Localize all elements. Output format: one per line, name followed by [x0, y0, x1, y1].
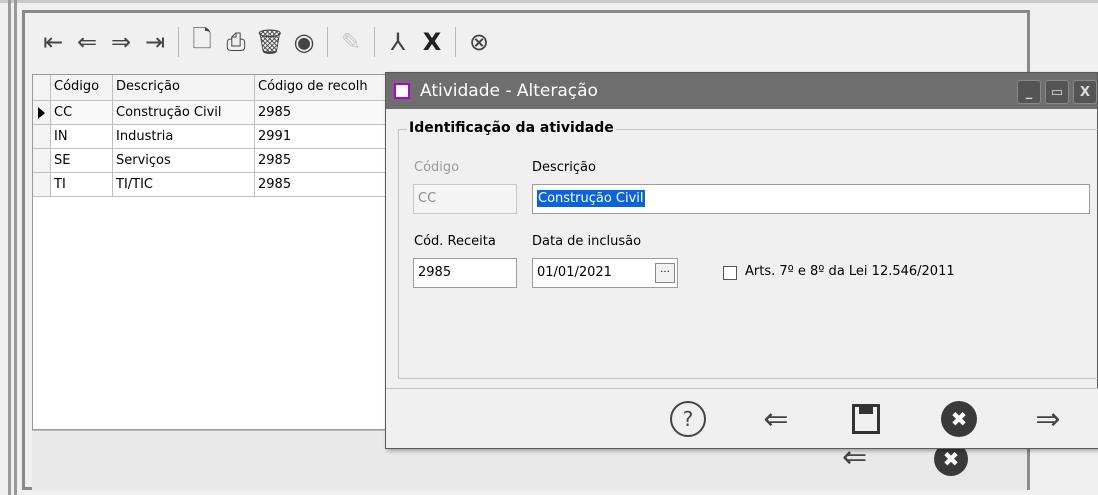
close-button[interactable]: X — [1073, 80, 1097, 104]
save-icon — [852, 404, 880, 434]
previous-button[interactable]: ⇐ — [756, 399, 796, 439]
edit-icon: ✎ — [340, 28, 362, 56]
data-inclusao-field[interactable]: 01/01/2021 ··· — [532, 258, 678, 288]
calendar-picker-button[interactable]: ··· — [655, 263, 675, 283]
descricao-field[interactable]: Construção Civil — [532, 184, 1090, 214]
cell-code[interactable]: TI — [51, 173, 113, 196]
cell-recolh[interactable]: 2985 — [255, 101, 391, 124]
cell-code[interactable]: CC — [51, 101, 113, 124]
print-button[interactable]: ⎙ — [219, 25, 253, 59]
cancel-button[interactable]: ⊗ — [462, 25, 496, 59]
codigo-label: Código — [414, 160, 460, 175]
new-button[interactable]: 🗋 — [185, 25, 219, 59]
excel-export-button[interactable]: X — [415, 25, 449, 59]
table-row[interactable]: CC Construção Civil 2985 — [33, 101, 391, 125]
save-button[interactable] — [846, 399, 886, 439]
eye-icon: ◉ — [293, 28, 315, 56]
print-icon: ⎙ — [226, 28, 246, 56]
cancel-circle-icon: ✖ — [950, 407, 968, 431]
grid-header: Código Descrição Código de recolh — [33, 75, 391, 101]
next-record-button[interactable]: ⇒ — [104, 25, 138, 59]
minimize-button[interactable]: _ — [1017, 80, 1041, 104]
cancel-button[interactable]: ✖ — [941, 401, 977, 437]
descricao-selected-text: Construção Civil — [537, 190, 645, 207]
row-indicator — [33, 149, 51, 172]
pdf-icon: ⅄ — [390, 28, 406, 56]
previous-record-icon: ⇐ — [76, 28, 98, 56]
table-row[interactable]: IN Industria 2991 — [33, 125, 391, 149]
next-record-icon: ⇒ — [110, 28, 132, 56]
last-record-button[interactable]: ⇥ — [138, 25, 172, 59]
column-header-recolh[interactable]: Código de recolh — [255, 75, 391, 100]
new-document-icon: 🗋 — [192, 24, 212, 53]
help-icon: ? — [682, 407, 694, 431]
forward-arrow-icon: ⇒ — [1035, 401, 1061, 437]
first-record-button[interactable]: ⇤ — [36, 25, 70, 59]
row-indicator — [33, 125, 51, 148]
current-row-icon — [38, 106, 45, 119]
table-row[interactable]: SE Serviços 2985 — [33, 149, 391, 173]
trash-icon: 🗑 — [254, 28, 286, 56]
left-border-inner — [14, 0, 17, 495]
cell-recolh[interactable]: 2985 — [255, 149, 391, 172]
toolbar-separator — [178, 27, 179, 57]
cell-description[interactable]: Construção Civil — [113, 101, 255, 124]
edit-button[interactable]: ✎ — [334, 25, 368, 59]
cell-description[interactable]: Serviços — [113, 149, 255, 172]
arts-checkbox-label[interactable]: Arts. 7º e 8º da Lei 12.546/2011 — [745, 264, 955, 279]
excel-icon: X — [422, 28, 442, 56]
identification-group: Identificação da atividade Código CC Des… — [398, 120, 1098, 379]
cell-recolh[interactable]: 2985 — [255, 173, 391, 196]
row-indicator — [33, 173, 51, 196]
toolbar-separator — [455, 27, 456, 57]
arts-checkbox[interactable] — [723, 266, 737, 280]
toolbar-separator — [327, 27, 328, 57]
close-icon: X — [1079, 84, 1091, 100]
delete-button[interactable]: 🗑 — [253, 25, 287, 59]
left-border — [8, 0, 11, 495]
app-icon — [394, 83, 410, 99]
cod-receita-label: Cód. Receita — [414, 234, 496, 249]
activities-grid[interactable]: Código Descrição Código de recolh CC Con… — [32, 74, 392, 430]
dialog-titlebar[interactable]: Atividade - Alteração _ ▭ X — [386, 73, 1097, 109]
descricao-label: Descrição — [532, 160, 596, 175]
data-inclusao-label: Data de inclusão — [532, 234, 642, 249]
cancel-circle-icon: ⊗ — [468, 28, 490, 56]
back-arrow-icon: ⇐ — [763, 401, 789, 437]
minimize-icon: _ — [1025, 84, 1033, 100]
group-title: Identificação da atividade — [407, 120, 616, 136]
cell-code[interactable]: IN — [51, 125, 113, 148]
maximize-button[interactable]: ▭ — [1045, 80, 1069, 104]
row-indicator — [33, 101, 51, 124]
last-record-icon: ⇥ — [144, 28, 166, 56]
cell-description[interactable]: Industria — [113, 125, 255, 148]
column-header-description[interactable]: Descrição — [113, 75, 255, 100]
next-button[interactable]: ⇒ — [1028, 399, 1068, 439]
dialog-title: Atividade - Alteração — [420, 81, 598, 101]
maximize-icon: ▭ — [1050, 84, 1064, 100]
indicator-header — [33, 75, 51, 100]
first-record-icon: ⇤ — [42, 28, 64, 56]
view-button[interactable]: ◉ — [287, 25, 321, 59]
top-border — [0, 0, 1098, 3]
cancel-circle-icon: ✖ — [942, 447, 960, 471]
toolbar-separator — [374, 27, 375, 57]
activity-edit-dialog: Atividade - Alteração _ ▭ X Identificaçã… — [385, 72, 1098, 449]
data-inclusao-value: 01/01/2021 — [537, 265, 612, 280]
cell-recolh[interactable]: 2991 — [255, 125, 391, 148]
column-header-code[interactable]: Código — [51, 75, 113, 100]
pdf-export-button[interactable]: ⅄ — [381, 25, 415, 59]
dialog-footer: ? ⇐ ✖ ⇒ — [386, 388, 1098, 448]
cod-receita-field[interactable]: 2985 — [413, 258, 517, 288]
cell-description[interactable]: TI/TIC — [113, 173, 255, 196]
help-button[interactable]: ? — [670, 401, 706, 437]
codigo-field[interactable]: CC — [413, 184, 517, 214]
toolbar: ⇤ ⇐ ⇒ ⇥ 🗋 ⎙ 🗑 ◉ ✎ ⅄ X ⊗ — [36, 24, 496, 60]
previous-record-button[interactable]: ⇐ — [70, 25, 104, 59]
table-row[interactable]: TI TI/TIC 2985 — [33, 173, 391, 197]
window-controls: _ ▭ X — [1017, 80, 1097, 104]
cell-code[interactable]: SE — [51, 149, 113, 172]
